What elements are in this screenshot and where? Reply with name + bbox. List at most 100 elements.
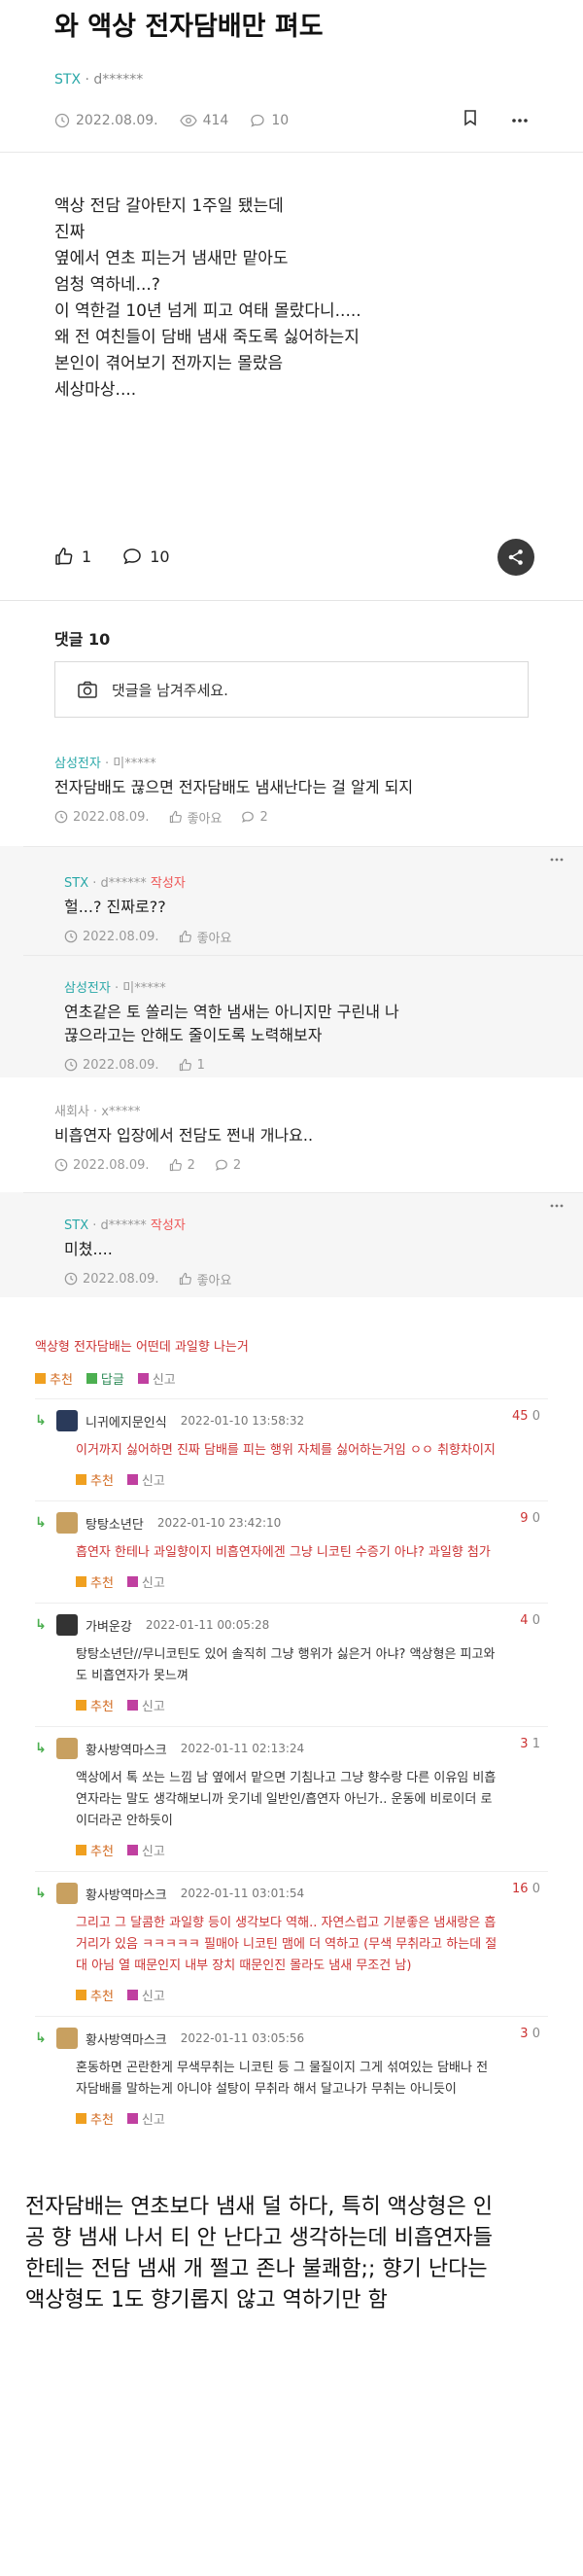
post-body-line: 이 역한걸 10년 넘게 피고 여태 몰랐다니..... (54, 301, 361, 321)
comment-input[interactable]: 댓글을 남겨주세요. (54, 661, 529, 718)
comment-date: 2022-01-11 03:01:54 (180, 1887, 305, 1900)
comment-author: · x***** (93, 1105, 141, 1119)
summary-line: 전자담배는 연초보다 냄새 덜 하다, 특히 액상형은 인 (25, 2195, 493, 2219)
author-name: · d****** (85, 72, 144, 88)
comment-board[interactable]: 삼성전자 (54, 757, 101, 771)
embedded-comment-line: 흡연자 한테나 과일향이지 비흡연자에겐 그냥 니코틴 수증기 아냐? 과일향 … (76, 1545, 491, 1560)
comment-board[interactable]: STX (64, 876, 88, 891)
report-button[interactable]: 신고 (126, 1841, 165, 1859)
post-body-line: 세상마상.... (54, 380, 137, 400)
clock-icon (54, 810, 68, 824)
comment: 삼성전자 · 미***** 전자담배도 끊으면 전자담배도 냄새난다는 걸 알게… (0, 753, 583, 846)
comment-reply-button[interactable]: 2 (215, 1158, 241, 1173)
report-icon (137, 1372, 149, 1384)
thumbs-up-icon (55, 547, 73, 565)
author-board[interactable]: STX (54, 72, 81, 88)
post-body-line: 액상 전담 갈아탄지 1주일 됐는데 (54, 196, 284, 216)
comment-like-button[interactable]: 2 (169, 1158, 195, 1173)
commenter-nickname[interactable]: 황사방역마스크 (86, 2029, 167, 2048)
share-icon (508, 549, 523, 565)
reply-icon (86, 1372, 97, 1384)
more-options-icon[interactable] (550, 1193, 564, 1212)
avatar[interactable] (56, 2028, 78, 2049)
recommend-button[interactable]: 추천 (76, 1696, 114, 1714)
post-date: 2022.08.09. (54, 113, 158, 128)
plus-icon (35, 1372, 46, 1384)
recommend-button[interactable]: 추천 (76, 2109, 114, 2128)
more-options-icon[interactable] (511, 112, 534, 127)
post-body-line: 본인이 겪어보기 전까지는 몰랐음 (54, 354, 284, 373)
commenter-nickname[interactable]: 니귀에지문인식 (86, 1412, 167, 1430)
report-button[interactable]: 신고 (137, 1369, 176, 1388)
recommend-button[interactable]: 추천 (76, 1470, 114, 1489)
embedded-comment-line: 그리고 그 달콤한 과일향 등이 생각보다 역해.. 자연스럽고 기분좋은 냄새… (76, 1916, 497, 1930)
plus-icon (76, 2112, 86, 2124)
share-button[interactable] (497, 539, 534, 576)
recommend-button[interactable]: 추천 (76, 1841, 114, 1859)
comment-like-button[interactable]: 좋아요 (179, 928, 231, 946)
author-line[interactable]: STX · d****** (54, 72, 529, 91)
embedded-comment: ↳ 니귀에지문인식 2022-01-10 13:58:32 45 0 이거까지 … (35, 1398, 548, 1489)
answer-button[interactable]: 답글 (86, 1369, 124, 1388)
like-button[interactable]: 1 (54, 547, 91, 566)
plus-icon (76, 1575, 86, 1587)
recommend-button[interactable]: 추천 (76, 1986, 114, 2004)
reply-arrow-icon: ↳ (35, 1515, 47, 1531)
comment-icon (123, 548, 141, 565)
comment-text: 헐...? 진짜로?? (64, 898, 166, 916)
avatar[interactable] (56, 1614, 78, 1636)
comment-icon (215, 1159, 227, 1171)
commenter-nickname[interactable]: 가벼운강 (86, 1616, 132, 1635)
comment-reply-button[interactable]: 2 (241, 810, 268, 825)
bookmark-icon[interactable] (463, 109, 484, 130)
reply-thread: STX · d****** 작성자 헐...? 진짜로?? 2022.08.09… (0, 846, 583, 1077)
more-options-icon[interactable] (550, 847, 564, 865)
clock-icon (64, 1058, 78, 1072)
comment-text: 비흡연자 입장에서 전담도 쩐내 개나요.. (54, 1126, 314, 1145)
report-icon (126, 1575, 138, 1587)
embedded-comment-text: 흡연자 한테나 과일향이지 비흡연자에겐 그냥 니코틴 수증기 아냐? 과일향 … (35, 1542, 548, 1564)
avatar[interactable] (56, 1883, 78, 1904)
report-button[interactable]: 신고 (126, 1986, 165, 2004)
comment-author: · 미***** (104, 757, 156, 771)
recommend-button[interactable]: 추천 (35, 1369, 73, 1388)
embedded-comment-line: 액상에서 톡 쏘는 느낌 남 옆에서 맡으면 기침나고 그냥 향수랑 다른 이유… (76, 1771, 497, 1785)
post-comment-count: 10 (250, 113, 289, 128)
comment-like-button[interactable]: 좋아요 (179, 1270, 231, 1288)
comment-like-button[interactable]: 1 (179, 1058, 205, 1073)
comment: 새회사 · x***** 비흡연자 입장에서 전담도 쩐내 개나요.. 2022… (0, 1077, 583, 1192)
comment-board[interactable]: STX (64, 1218, 88, 1233)
avatar[interactable] (56, 1512, 78, 1534)
comment-date: 2022.08.09. (54, 1158, 150, 1173)
comment-date: 2022.08.09. (54, 810, 150, 825)
op-badge: 작성자 (150, 1218, 186, 1233)
comment-board[interactable]: 새회사 (54, 1105, 89, 1119)
commenter-nickname[interactable]: 황사방역마스크 (86, 1740, 167, 1758)
avatar[interactable] (56, 1410, 78, 1431)
avatar[interactable] (56, 1738, 78, 1759)
embedded-comment-text: 혼동하면 곤란한게 무색무취는 니코틴 등 그 물질이지 그게 섞여있는 담배나… (35, 2058, 548, 2100)
comment-button[interactable]: 10 (122, 547, 170, 566)
thumbs-up-icon (179, 930, 191, 943)
post-views: 414 (179, 113, 228, 128)
reply: STX · d****** 작성자 헐...? 진짜로?? 2022.08.09… (23, 846, 583, 955)
comment-date: 2022-01-10 13:58:32 (180, 1414, 305, 1428)
commenter-nickname[interactable]: 황사방역마스크 (86, 1885, 167, 1903)
recommend-button[interactable]: 추천 (76, 1572, 114, 1591)
commenter-nickname[interactable]: 탕탕소년단 (86, 1514, 144, 1533)
report-button[interactable]: 신고 (126, 1572, 165, 1591)
comment-like-button[interactable]: 좋아요 (169, 808, 222, 827)
post-meta: 2022.08.09. 414 10 (54, 109, 529, 132)
reply: STX · d****** 작성자 미쳤.... 2022.08.09. 좋아요 (23, 1192, 583, 1297)
embedded-comment-text: 액상에서 톡 쏘는 느낌 남 옆에서 맡으면 기침나고 그냥 향수랑 다른 이유… (35, 1768, 548, 1832)
report-button[interactable]: 신고 (126, 1470, 165, 1489)
embedded-comment: ↳ 탕탕소년단 2022-01-10 23:42:10 9 0 흡연자 한테나 … (35, 1500, 548, 1591)
report-button[interactable]: 신고 (126, 2109, 165, 2128)
comment-date: 2022-01-11 00:05:28 (145, 1618, 270, 1632)
comment-icon (251, 114, 264, 127)
thumbs-up-icon (179, 1272, 191, 1286)
report-button[interactable]: 신고 (126, 1696, 165, 1714)
comment-board[interactable]: 삼성전자 (64, 981, 111, 996)
post-body-line: 왜 전 여친들이 담배 냄새 죽도록 싫어하는지 (54, 328, 360, 347)
thumbs-up-icon (169, 810, 182, 824)
